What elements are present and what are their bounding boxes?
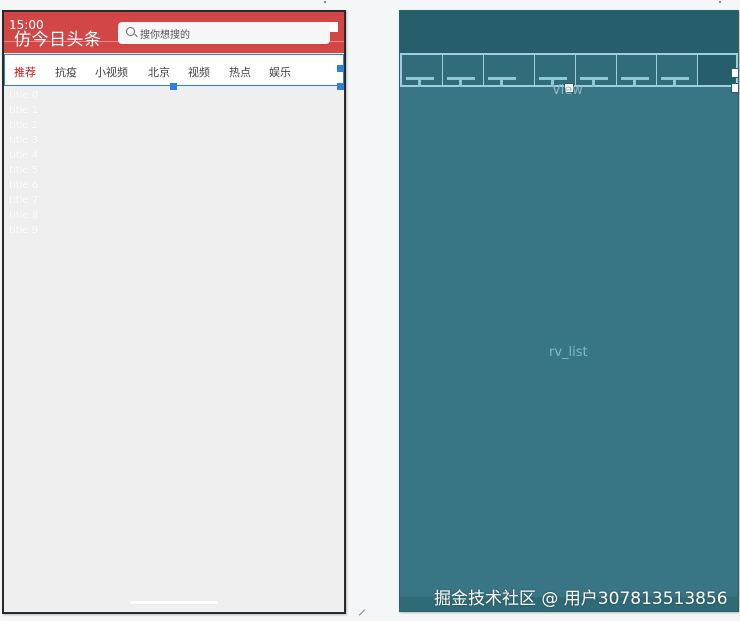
canvas-dot xyxy=(324,1,326,3)
toolbar[interactable]: 15:00 仿今日头条 搜你想搜的 xyxy=(4,12,344,53)
tab-epidemic[interactable]: 抗疫 xyxy=(55,64,77,80)
app-title: 仿今日头条 xyxy=(14,30,102,50)
view-label: View xyxy=(552,83,583,98)
blueprint-toolbar[interactable] xyxy=(400,11,738,53)
search-icon xyxy=(126,27,135,36)
tab-beijing[interactable]: 北京 xyxy=(148,64,170,80)
search-box[interactable]: 搜你想搜的 xyxy=(118,22,330,44)
tab-recommend[interactable]: 推荐 xyxy=(14,64,36,80)
canvas-dot xyxy=(719,1,721,3)
home-indicator xyxy=(130,601,218,604)
rv-list-label: rv_list xyxy=(549,345,588,360)
selection-handle-bottom[interactable] xyxy=(170,83,177,90)
tab-video[interactable]: 视频 xyxy=(188,64,210,80)
list-item: title 6 xyxy=(9,180,39,191)
tab-layout[interactable]: 推荐 抗疫 小视频 北京 视频 热点 娱乐 xyxy=(4,54,344,86)
blueprint-tab xyxy=(483,55,534,87)
tab-hot[interactable]: 热点 xyxy=(229,64,251,80)
blueprint-handle-right[interactable] xyxy=(731,68,738,78)
blueprint-preview[interactable]: View rv_list xyxy=(399,10,739,612)
blueprint-tab xyxy=(442,55,483,87)
design-preview[interactable]: 15:00 仿今日头条 搜你想搜的 推荐 抗疫 小视频 北京 视频 热点 娱乐 … xyxy=(2,10,346,614)
blueprint-tab-layout[interactable] xyxy=(400,53,738,87)
list-item: title 2 xyxy=(9,120,39,131)
list-item: title 8 xyxy=(9,210,39,221)
list-item: title 1 xyxy=(9,105,39,116)
watermark: 掘金技术社区 @ 用户307813513856 xyxy=(434,589,728,609)
blueprint-tab xyxy=(656,55,697,87)
blueprint-tab xyxy=(534,55,575,87)
list-item: title 3 xyxy=(9,135,39,146)
blueprint-tab xyxy=(616,55,656,87)
selection-handle-right[interactable] xyxy=(337,65,344,72)
resize-corner[interactable] xyxy=(358,609,366,616)
selection-handle-corner[interactable] xyxy=(337,83,344,90)
blueprint-tab xyxy=(575,55,616,87)
list-item: title 0 xyxy=(9,90,39,101)
search-placeholder: 搜你想搜的 xyxy=(140,30,190,41)
list-item: title 7 xyxy=(9,195,39,206)
tab-short-video[interactable]: 小视频 xyxy=(95,64,128,80)
blueprint-handle-corner[interactable] xyxy=(731,83,738,93)
list-item: title 5 xyxy=(9,165,39,176)
list-item: title 9 xyxy=(9,225,39,236)
list-item: title 4 xyxy=(9,150,39,161)
blueprint-tab xyxy=(402,55,442,87)
tab-entertainment[interactable]: 娱乐 xyxy=(269,64,291,80)
